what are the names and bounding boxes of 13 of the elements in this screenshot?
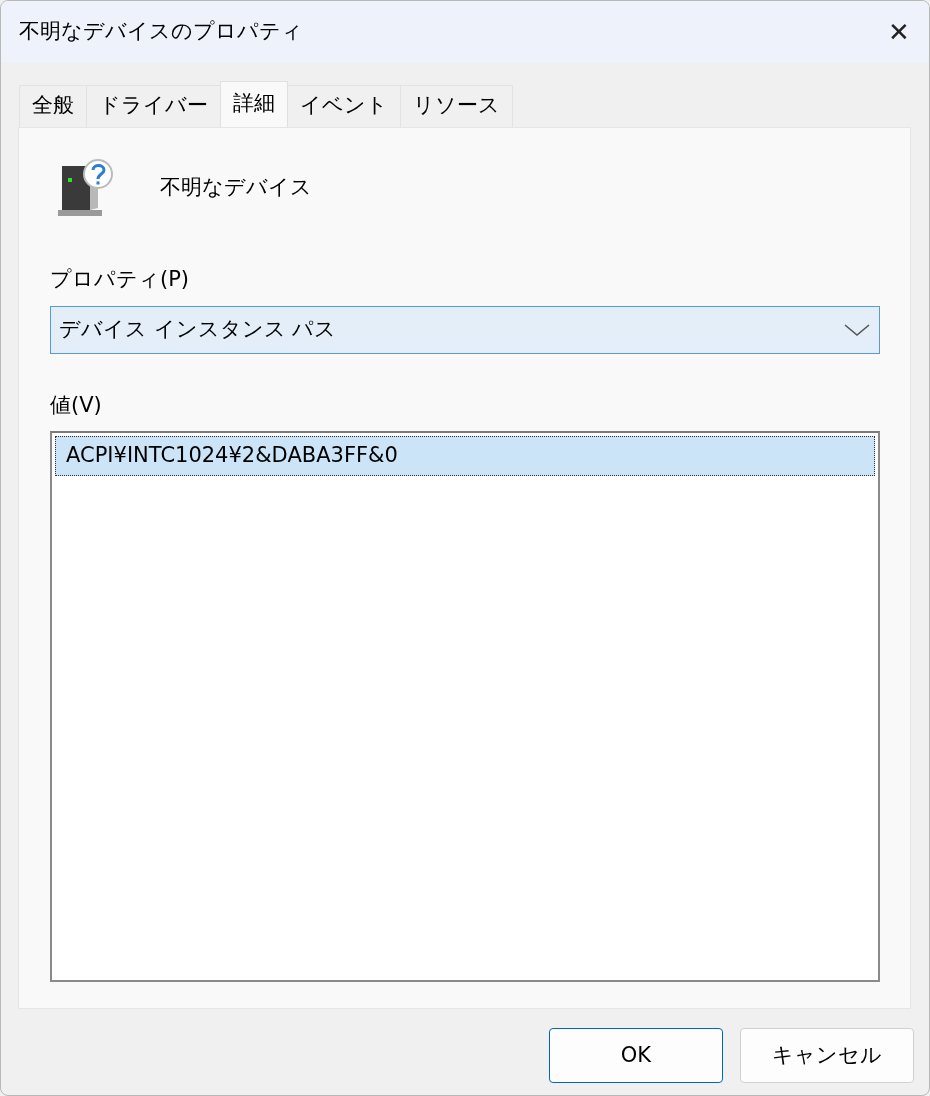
device-name: 不明なデバイス	[160, 174, 312, 202]
property-label: プロパティ(P)	[50, 267, 190, 291]
window-title: 不明なデバイスのプロパティ	[19, 18, 304, 46]
tab[interactable]: 全般	[19, 85, 87, 127]
chevron-down-icon	[843, 322, 871, 337]
list-item[interactable]: ACPI¥INTC1024¥2&DABA3FF&0	[55, 436, 875, 476]
ok-button[interactable]: OK	[549, 1028, 723, 1083]
close-button[interactable]: ✕	[869, 1, 929, 63]
tab[interactable]: 詳細	[220, 81, 288, 127]
property-dropdown[interactable]: デバイス インスタンス パス	[50, 305, 880, 354]
tab[interactable]: リソース	[400, 85, 513, 127]
value-label: 値(V)	[50, 392, 102, 417]
cancel-button[interactable]: キャンセル	[740, 1028, 914, 1083]
